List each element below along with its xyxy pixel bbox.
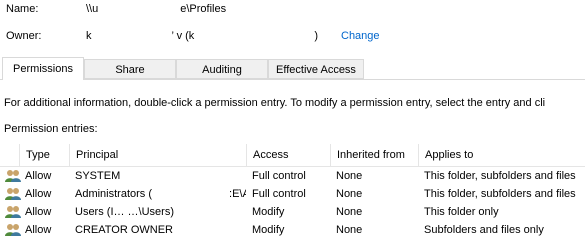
info-text: For additional information, double-click… bbox=[4, 97, 546, 109]
owner-value-c: ) bbox=[314, 30, 318, 42]
name-value: \\u e\Profiles bbox=[86, 3, 226, 15]
cell-type: Allow bbox=[25, 206, 52, 218]
column-header-principal[interactable]: Principal bbox=[69, 144, 246, 166]
tab-share[interactable]: Share bbox=[84, 59, 176, 79]
tab-permissions[interactable]: Permissions bbox=[2, 57, 84, 80]
owner-value-b: ’ v (k bbox=[171, 30, 195, 42]
permission-table-header: Type Principal Access Inherited from App… bbox=[0, 144, 585, 167]
name-label: Name: bbox=[6, 3, 39, 15]
column-header-access[interactable]: Access bbox=[246, 144, 330, 166]
cell-principal: CREATOR OWNER bbox=[75, 224, 173, 236]
table-row[interactable]: Allow Administrators ( :E\A... Full cont… bbox=[0, 185, 585, 203]
cell-inherited-from: None bbox=[336, 206, 363, 218]
cell-inherited-from: None bbox=[336, 170, 363, 182]
cell-access: Modify bbox=[252, 224, 285, 236]
cell-applies-to: Subfolders and files only bbox=[424, 224, 544, 236]
table-row[interactable]: Allow CREATOR OWNER Modify None Subfolde… bbox=[0, 221, 585, 239]
cell-access: Full control bbox=[252, 170, 306, 182]
column-header-inherited-from[interactable]: Inherited from bbox=[330, 144, 418, 166]
cell-principal: Users (I… …\Users) bbox=[75, 206, 174, 218]
cell-applies-to: This folder only bbox=[424, 206, 499, 218]
permission-entries-label: Permission entries: bbox=[4, 123, 98, 135]
table-row[interactable]: Allow Users (I… …\Users) Modify None Thi… bbox=[0, 203, 585, 221]
cell-access: Full control bbox=[252, 188, 306, 200]
table-row[interactable]: Allow SYSTEM Full control None This fold… bbox=[0, 167, 585, 185]
cell-type: Allow bbox=[25, 188, 52, 200]
name-value-prefix: \\u bbox=[86, 3, 99, 15]
change-owner-link[interactable]: Change bbox=[341, 30, 380, 42]
column-header-applies-to[interactable]: Applies to bbox=[418, 144, 585, 166]
cell-principal: Administrators ( :E\A... bbox=[75, 188, 246, 200]
cell-inherited-from: None bbox=[336, 224, 363, 236]
name-value-suffix: e\Profiles bbox=[180, 3, 227, 15]
tab-effective-access[interactable]: Effective Access bbox=[268, 59, 364, 79]
cell-type: Allow bbox=[25, 170, 52, 182]
cell-type: Allow bbox=[25, 224, 52, 236]
cell-inherited-from: None bbox=[336, 188, 363, 200]
cell-access: Modify bbox=[252, 206, 285, 218]
owner-value: k ’ v (k) bbox=[86, 30, 318, 42]
owner-value-a: k bbox=[86, 30, 92, 42]
column-header-type[interactable]: Type bbox=[19, 144, 69, 166]
cell-applies-to: This folder, subfolders and files bbox=[424, 188, 576, 200]
owner-label: Owner: bbox=[6, 30, 42, 42]
cell-principal: SYSTEM bbox=[75, 170, 121, 182]
tab-auditing[interactable]: Auditing bbox=[176, 59, 268, 79]
cell-applies-to: This folder, subfolders and files bbox=[424, 170, 576, 182]
